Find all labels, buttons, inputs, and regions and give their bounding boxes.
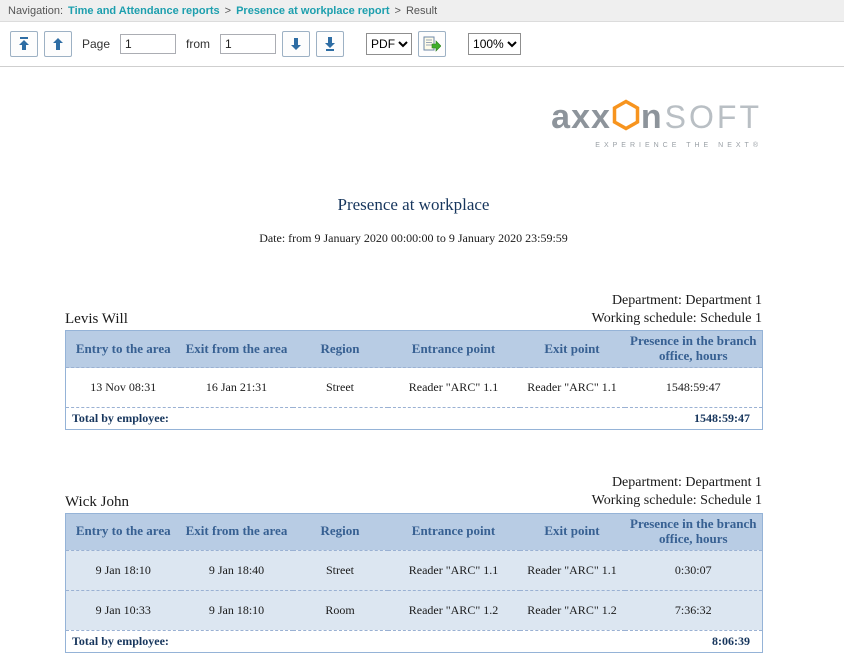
presence-table: Entry to the areaExit from the areaRegio… [65,330,763,430]
report-section: Levis Will Department: Department 1 Work… [65,292,762,430]
table-cell: Reader "ARC" 1.2 [520,590,625,630]
table-header-row: Entry to the areaExit from the areaRegio… [66,331,763,368]
previous-page-button[interactable] [44,31,72,57]
first-page-button[interactable] [10,31,38,57]
column-header: Exit point [520,331,625,368]
column-header: Exit from the area [181,331,293,368]
total-label: Total by employee: [66,630,625,652]
schedule-line: Working schedule: Schedule 1 [592,492,762,510]
logo-text-n: n [641,100,663,134]
column-header: Entry to the area [66,331,181,368]
axxonsoft-logo: axx n SOFT EXPERIENCE THE NEXT® [65,99,762,149]
presence-table: Entry to the areaExit from the areaRegio… [65,513,763,653]
export-button[interactable] [418,31,446,57]
report-sections: Levis Will Department: Department 1 Work… [65,292,762,653]
table-cell: Reader "ARC" 1.1 [388,368,520,408]
table-cell: 0:30:07 [625,550,763,590]
table-cell: 9 Jan 10:33 [66,590,181,630]
breadcrumb-link-presence-report[interactable]: Presence at workplace report [236,5,389,17]
table-cell: 16 Jan 21:31 [181,368,293,408]
table-row: 9 Jan 10:339 Jan 18:10RoomReader "ARC" 1… [66,590,763,630]
breadcrumb: Navigation: Time and Attendance reports … [0,0,844,22]
table-cell: Reader "ARC" 1.1 [520,368,625,408]
page-input[interactable] [120,34,176,54]
last-page-button[interactable] [316,31,344,57]
report-toolbar: Page from PDF 100% [0,22,844,67]
table-cell: 1548:59:47 [625,368,763,408]
column-header: Entrance point [388,331,520,368]
total-row: Total by employee: 1548:59:47 [66,408,763,430]
employee-name: Levis Will [65,311,128,328]
arrow-down-bar-icon [324,37,336,51]
table-row: 9 Jan 18:109 Jan 18:40StreetReader "ARC"… [66,550,763,590]
table-cell: Street [293,550,388,590]
format-select[interactable]: PDF [366,33,412,55]
arrow-up-icon [52,37,64,51]
table-cell: 13 Nov 08:31 [66,368,181,408]
breadcrumb-label: Navigation: [8,5,63,17]
table-row: 13 Nov 08:3116 Jan 21:31StreetReader "AR… [66,368,763,408]
table-cell: Reader "ARC" 1.1 [520,550,625,590]
column-header: Region [293,331,388,368]
table-cell: Reader "ARC" 1.2 [388,590,520,630]
hexagon-icon [612,99,640,135]
export-report-icon [423,36,441,52]
table-cell: Street [293,368,388,408]
report-page: axx n SOFT EXPERIENCE THE NEXT® Presence… [0,67,844,661]
arrow-down-icon [290,37,302,51]
department-line: Department: Department 1 [592,474,762,492]
section-header: Wick John Department: Department 1 Worki… [65,474,762,510]
column-header: Exit point [520,513,625,550]
page-count-input[interactable] [220,34,276,54]
column-header: Entry to the area [66,513,181,550]
department-line: Department: Department 1 [592,292,762,310]
total-label: Total by employee: [66,408,625,430]
total-row: Total by employee: 8:06:39 [66,630,763,652]
table-cell: Reader "ARC" 1.1 [388,550,520,590]
arrow-up-bar-icon [18,37,30,51]
column-header: Entrance point [388,513,520,550]
column-header: Presence in the branch office, hours [625,513,763,550]
logo-tagline: EXPERIENCE THE NEXT® [595,142,762,149]
table-cell: 7:36:32 [625,590,763,630]
report-section: Wick John Department: Department 1 Worki… [65,474,762,652]
table-cell: 9 Jan 18:40 [181,550,293,590]
total-value: 1548:59:47 [625,408,763,430]
breadcrumb-separator: > [225,5,231,17]
total-value: 8:06:39 [625,630,763,652]
section-header: Levis Will Department: Department 1 Work… [65,292,762,328]
column-header: Exit from the area [181,513,293,550]
logo-text-axx: axx [551,100,611,134]
schedule-line: Working schedule: Schedule 1 [592,310,762,328]
breadcrumb-current: Result [406,5,437,17]
next-page-button[interactable] [282,31,310,57]
page-label: Page [82,37,110,51]
table-cell: 9 Jan 18:10 [181,590,293,630]
from-label: from [186,37,210,51]
employee-name: Wick John [65,494,129,511]
breadcrumb-link-time-attendance[interactable]: Time and Attendance reports [68,5,220,17]
breadcrumb-separator: > [395,5,401,17]
report-viewport[interactable]: axx n SOFT EXPERIENCE THE NEXT® Presence… [0,67,844,661]
zoom-select[interactable]: 100% [468,33,521,55]
table-cell: 9 Jan 18:10 [66,550,181,590]
column-header: Presence in the branch office, hours [625,331,763,368]
column-header: Region [293,513,388,550]
table-cell: Room [293,590,388,630]
report-title: Presence at workplace [65,195,762,215]
table-header-row: Entry to the areaExit from the areaRegio… [66,513,763,550]
report-date-range: Date: from 9 January 2020 00:00:00 to 9 … [65,231,762,246]
logo-text-soft: SOFT [665,101,762,133]
